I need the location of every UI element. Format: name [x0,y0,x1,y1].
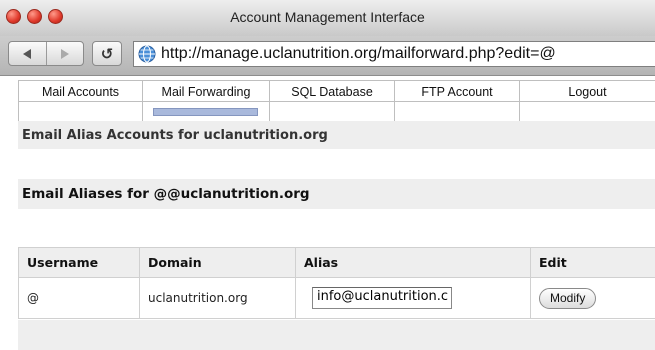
cell-username: @ [18,277,140,319]
window-title: Account Management Interface [230,9,425,25]
tab-logout[interactable]: Logout [520,81,655,121]
nav-tabs: Mail Accounts Mail Forwarding SQL Databa… [18,80,655,121]
back-forward-control [8,41,84,66]
browser-toolbar: ↺ http://manage.uclanutrition.org/mailfo… [0,36,655,76]
cell-alias: info@uclanutrition.c [296,277,531,319]
alias-table: Username Domain Alias Edit @ uclanutriti… [18,247,655,319]
table-header-row: Username Domain Alias Edit [18,247,655,277]
tab-label: FTP Account [421,85,493,99]
window-titlebar: Account Management Interface [0,0,655,36]
header-username: Username [18,247,140,277]
tab-mail-forwarding[interactable]: Mail Forwarding [143,81,270,121]
header-domain: Domain [140,247,296,277]
back-button[interactable] [9,42,46,65]
forward-button[interactable] [45,42,84,65]
address-bar[interactable]: http://manage.uclanutrition.org/mailforw… [133,41,655,67]
tab-label: Mail Accounts [41,85,120,99]
table-row: @ uclanutrition.org info@uclanutrition.c… [18,277,655,319]
header-alias: Alias [296,247,531,277]
back-arrow-icon [23,48,32,59]
address-bar-url: http://manage.uclanutrition.org/mailforw… [161,45,556,62]
tab-ftp-account[interactable]: FTP Account [395,81,520,121]
tab-mail-accounts[interactable]: Mail Accounts [18,81,143,121]
reload-button[interactable]: ↺ [92,41,122,66]
reload-icon: ↺ [100,44,114,63]
globe-icon [138,45,156,63]
forward-arrow-icon [60,48,69,59]
tab-label: Logout [568,85,607,99]
accounts-heading: Email Alias Accounts for uclanutrition.o… [18,121,655,149]
header-edit: Edit [531,247,655,277]
modify-button[interactable]: Modify [539,287,597,309]
tab-sql-database[interactable]: SQL Database [270,81,395,121]
tab-label: SQL Database [291,85,373,99]
active-tab-marker [153,108,258,116]
alias-input[interactable]: info@uclanutrition.c [312,287,452,309]
tab-label: Mail Forwarding [161,85,251,99]
cell-domain: uclanutrition.org [140,277,296,319]
cell-edit: Modify [531,277,655,319]
aliases-heading: Email Aliases for @@uclanutrition.org [18,179,655,209]
footer-bar [18,320,655,350]
